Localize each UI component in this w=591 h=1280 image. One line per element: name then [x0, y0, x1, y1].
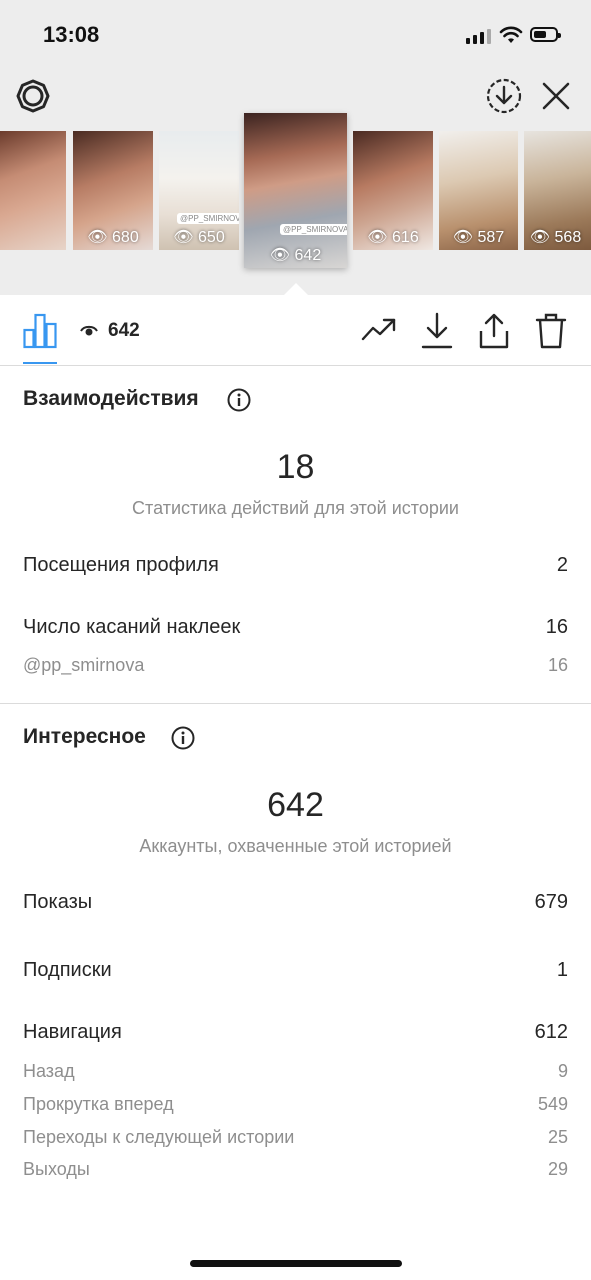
- nav-label: Переходы к следующей истории: [23, 1127, 295, 1147]
- download-circle-icon[interactable]: [486, 78, 522, 114]
- divider: [0, 703, 591, 704]
- story-views: 👁 680: [87, 229, 139, 246]
- stat-value: 679: [534, 891, 568, 913]
- sticker-tag: @PP_SMIRNOVA: [177, 213, 239, 224]
- close-icon[interactable]: [541, 81, 571, 111]
- nav-label: Назад: [23, 1061, 75, 1081]
- story-thumbnail[interactable]: 👁 616: [353, 131, 433, 250]
- story-thumbnail[interactable]: 👁 680: [73, 131, 153, 250]
- share-icon[interactable]: [478, 312, 510, 350]
- reach-total: 642: [267, 786, 324, 824]
- battery-icon: [530, 27, 561, 42]
- status-bar: 13:08: [0, 0, 591, 70]
- stat-label: Посещения профиля: [23, 554, 219, 576]
- nav-label: Выходы: [23, 1159, 90, 1179]
- selected-story-pointer: [283, 283, 309, 296]
- status-time: 13:08: [43, 22, 100, 47]
- nav-value: 549: [537, 1094, 568, 1114]
- home-indicator[interactable]: [190, 1260, 402, 1267]
- sticker-tag: @PP_SMIRNOVA: [280, 224, 347, 235]
- stat-value: 1: [556, 959, 568, 981]
- story-thumbnail[interactable]: 👁 587: [439, 131, 518, 250]
- nav-value: 9: [557, 1061, 568, 1081]
- stat-label: Навигация: [23, 1021, 122, 1043]
- divider: [0, 365, 591, 366]
- nav-value: 29: [547, 1159, 568, 1179]
- section-title-interactions: Взаимодействия: [23, 387, 199, 410]
- insights-bar-chart-icon[interactable]: [23, 313, 57, 349]
- sticker-value: 16: [547, 655, 568, 675]
- story-views: 👁 616: [367, 229, 419, 246]
- stat-value: 2: [556, 554, 568, 576]
- info-icon[interactable]: [171, 726, 195, 750]
- story-thumbnail[interactable]: 👁 568: [524, 131, 591, 250]
- nav-value: 25: [547, 1127, 568, 1147]
- interactions-caption: Статистика действий для этой истории: [132, 498, 459, 518]
- info-icon[interactable]: [227, 388, 251, 412]
- story-thumbnail[interactable]: @PP_SMIRNOVA 👁 650: [159, 131, 239, 250]
- cellular-signal-icon: [466, 29, 491, 44]
- trash-icon[interactable]: [535, 312, 567, 350]
- stat-label: Показы: [23, 891, 93, 913]
- story-views: 👁 650: [173, 229, 225, 246]
- stat-label: Число касаний наклеек: [23, 616, 241, 638]
- stat-label: Подписки: [23, 959, 112, 981]
- wifi-icon: [499, 26, 523, 43]
- story-views: 👁 568: [529, 229, 582, 246]
- sticker-label: @pp_smirnova: [23, 655, 145, 675]
- eye-icon: [80, 325, 98, 336]
- trending-up-icon[interactable]: [361, 316, 397, 342]
- active-tab-indicator: [23, 362, 57, 364]
- download-icon[interactable]: [421, 312, 453, 350]
- stat-value: 16: [545, 616, 568, 638]
- reach-caption: Аккаунты, охваченные этой историей: [139, 836, 452, 856]
- stat-value: 612: [534, 1021, 568, 1043]
- story-thumbnail[interactable]: [0, 131, 66, 250]
- settings-gear-icon[interactable]: [15, 78, 51, 114]
- section-title-discovery: Интересное: [23, 725, 146, 748]
- story-thumbnail-selected[interactable]: @PP_SMIRNOVA 👁 642: [244, 113, 347, 268]
- story-views: 👁 587: [452, 229, 505, 246]
- interactions-total: 18: [276, 448, 315, 486]
- story-views: 👁 642: [269, 247, 322, 264]
- nav-label: Прокрутка вперед: [23, 1094, 174, 1114]
- views-count: 642: [108, 320, 140, 341]
